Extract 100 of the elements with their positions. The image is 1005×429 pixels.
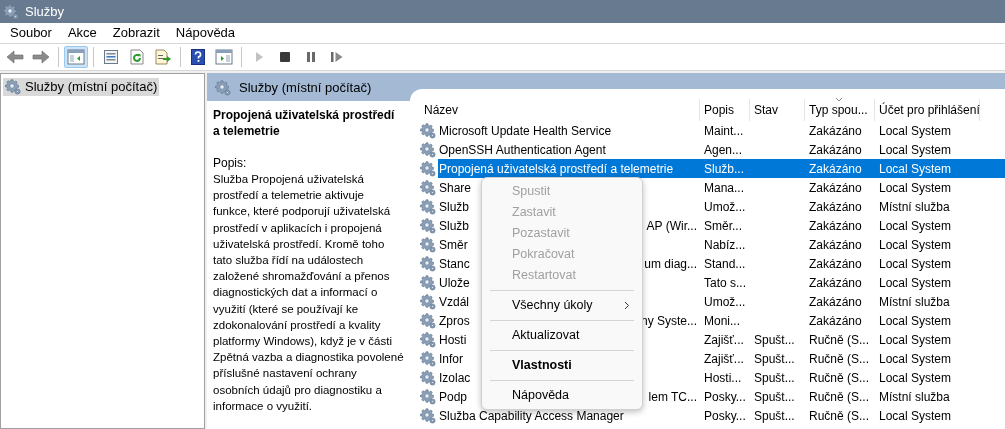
table-cell: Ručně (S... xyxy=(809,351,870,366)
play-icon xyxy=(254,50,264,64)
table-cell: Spušt... xyxy=(754,370,795,385)
gear-icon xyxy=(420,293,436,310)
table-cell: Local System xyxy=(879,161,952,176)
table-cell: Agen... xyxy=(704,142,743,157)
menu-item[interactable]: Zobrazit xyxy=(112,23,160,43)
table-cell: Ručně (S... xyxy=(809,408,870,423)
gear-icon xyxy=(420,160,436,177)
window-title: Služby xyxy=(25,2,65,21)
column-header[interactable]: Stav xyxy=(750,99,805,121)
gear-icon xyxy=(3,3,19,20)
context-menu-item[interactable]: Aktualizovat xyxy=(486,325,638,346)
table-cell: Local System xyxy=(879,275,952,290)
table-cell: Zakázáno xyxy=(809,161,862,176)
table-cell: Local System xyxy=(879,370,952,385)
gear-icon xyxy=(420,312,436,329)
table-cell: Ručně (S... xyxy=(809,389,870,404)
table-cell-text: Podp xyxy=(438,388,468,406)
table-cell: Zakázáno xyxy=(809,123,862,138)
table-cell-text: Směr xyxy=(438,236,468,254)
table-cell: Ručně (S... xyxy=(809,332,870,347)
table-cell: Zajišť... xyxy=(704,332,744,347)
table-cell: Nabíz... xyxy=(704,237,746,252)
pause-icon xyxy=(305,51,317,63)
chevron-right-icon xyxy=(624,301,630,310)
gear-icon xyxy=(420,141,436,158)
table-cell: Local System xyxy=(879,237,952,252)
table-cell: Zakázáno xyxy=(809,142,862,157)
gear-icon xyxy=(420,179,436,196)
table-cell: Local System xyxy=(879,142,952,157)
table-cell: Zakázáno xyxy=(809,180,862,195)
table-cell: Posky... xyxy=(704,389,746,404)
table-cell: Služb... xyxy=(704,161,745,176)
table-cell-text: Ulože xyxy=(438,274,470,292)
table-cell: Posky... xyxy=(704,408,746,423)
column-header[interactable]: Název xyxy=(420,99,700,121)
table-cell: Local System xyxy=(879,408,952,423)
selected-row[interactable]: Propojená uživatelská prostředí a telemetrie Služb... Zakázáno Local System xyxy=(438,159,1005,178)
sort-caret-icon xyxy=(835,97,843,102)
tree-item[interactable]: Služby (místní počítač) xyxy=(3,78,160,96)
table-cell: Umož... xyxy=(704,199,746,214)
description-text: Služba Propojená uživatelská prostředí a telemetrie aktivuje funkce, které podporují uživatelská prostředí v aplikacích i propojená uživatelská prostředí. Kromě toho tato služba řídí na událostech založené shromažďování a přenos diagnostických dat a informací o využití (které se používají ke zdokonalování prostředí a kvality platformy Windows), když je v části Zpětná vazba a diagnostika povolené příslušné nastavení ochrany osobních údajů pro diagnostiku a informace o využití. xyxy=(213,172,404,414)
table-cell: Zakázáno xyxy=(809,199,862,214)
table-cell: Moni... xyxy=(704,313,740,328)
column-header[interactable]: Účet pro přihlášení xyxy=(875,99,980,121)
table-cell-text: Vzdál xyxy=(438,293,470,311)
gear-icon xyxy=(420,236,436,253)
table-cell-text: Izolac xyxy=(438,369,471,387)
menu-item[interactable]: Soubor xyxy=(10,23,52,43)
gear-icon xyxy=(420,198,436,215)
table-cell-text: um diag... xyxy=(644,255,698,273)
table-cell-text: Služb xyxy=(438,217,470,235)
table-cell-text: Stanc xyxy=(438,255,470,273)
table-cell: Zajišť... xyxy=(704,351,744,366)
export-list-icon xyxy=(155,49,171,65)
description-label: Popis: xyxy=(213,155,248,171)
gear-icon xyxy=(420,388,436,405)
context-menu-item[interactable]: Všechny úkoly xyxy=(486,295,638,316)
stop-icon xyxy=(279,51,291,63)
gear-icon xyxy=(420,274,436,291)
resume-icon xyxy=(330,51,344,63)
menu-item[interactable]: Nápověda xyxy=(175,23,236,43)
context-menu-item[interactable]: Nápověda xyxy=(486,385,638,406)
gear-icon xyxy=(420,331,436,348)
table-cell: Local System xyxy=(879,123,952,138)
gear-icon xyxy=(215,80,231,96)
table-cell: Místní služba xyxy=(879,389,950,404)
table-cell: Mana... xyxy=(704,180,745,195)
gear-icon xyxy=(420,350,436,367)
table-cell-text: Hosti xyxy=(438,331,467,349)
table-cell: Spušt... xyxy=(754,332,795,347)
table-cell: Umož... xyxy=(704,294,746,309)
properties-icon xyxy=(103,49,119,65)
pane-title: Služby (místní počítač) xyxy=(239,79,372,98)
table-cell-text: Infor xyxy=(438,350,463,368)
table-cell: Local System xyxy=(879,218,952,233)
table-cell-text: OpenSSH Authentication Agent xyxy=(438,141,606,159)
table-cell: Local System xyxy=(879,313,952,328)
gear-icon xyxy=(420,369,436,386)
table-cell: Ručně (S... xyxy=(809,370,870,385)
table-cell: Tato s... xyxy=(704,275,747,290)
gear-icon xyxy=(5,79,21,95)
gear-icon xyxy=(420,255,436,272)
table-cell: Spušt... xyxy=(754,351,795,366)
help-icon xyxy=(191,49,205,65)
table-cell: Local System xyxy=(879,351,952,366)
table-cell: Hosti... xyxy=(704,370,742,385)
table-cell-text: Služba Capability Access Manager xyxy=(438,407,624,425)
table-cell: Místní služba xyxy=(879,294,950,309)
table-cell: Místní služba xyxy=(879,199,950,214)
column-header[interactable]: Popis xyxy=(700,99,750,121)
menu-item[interactable]: Akce xyxy=(67,23,97,43)
gear-icon xyxy=(420,122,436,139)
context-menu-item[interactable]: Vlastnosti xyxy=(486,355,638,376)
table-cell-text: Share xyxy=(438,179,472,197)
back-arrow-icon xyxy=(6,50,24,64)
refresh-icon xyxy=(129,49,145,65)
table-cell: Stand... xyxy=(704,256,746,271)
column-header[interactable]: Typ spou... xyxy=(805,99,875,121)
